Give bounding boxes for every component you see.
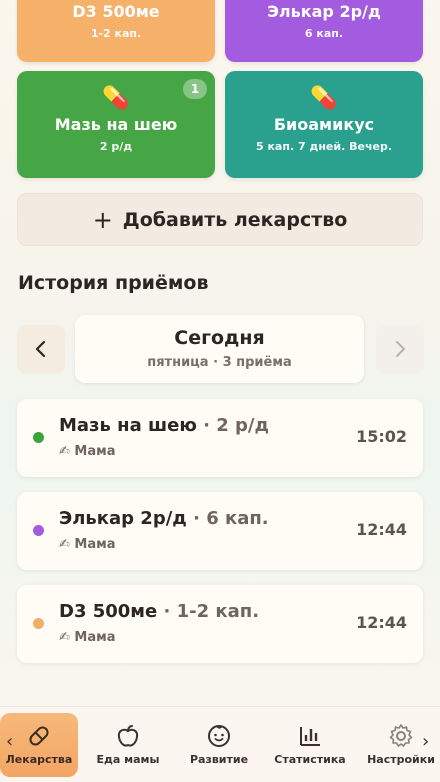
chevron-left-icon	[35, 340, 46, 358]
pill-icon	[29, 726, 49, 746]
entry-time: 12:44	[356, 520, 407, 539]
nav-label: Статистика	[274, 753, 346, 766]
medicine-dose: 6 кап.	[304, 27, 344, 40]
history-entry[interactable]: D3 500ме · 1-2 кап. ✍ Мама 12:44	[17, 585, 423, 663]
medicine-dose: 1-2 кап.	[90, 27, 142, 40]
bar-chart-icon	[300, 727, 320, 746]
apple-icon	[117, 725, 139, 747]
entry-name: D3 500ме	[59, 601, 158, 622]
nav-scroll-left-icon[interactable]: ‹	[6, 731, 13, 752]
history-title: История приёмов	[18, 272, 209, 294]
medicine-card-bioamikus[interactable]: 💊 Биоамикус 5 кап. 7 дней. Вечер.	[225, 71, 423, 178]
nav-label: Лекарства	[5, 753, 73, 766]
entry-author: ✍ Мама	[59, 444, 116, 459]
entry-dose: 1-2 кап.	[176, 601, 260, 622]
status-dot	[33, 618, 44, 629]
nav-label: Настройки	[367, 753, 435, 766]
prev-day-button[interactable]	[17, 325, 65, 373]
add-medicine-label: Добавить лекарство	[122, 208, 348, 231]
nav-label: Еда мамы	[96, 753, 160, 766]
nav-scroll-right-icon[interactable]: ›	[422, 731, 429, 752]
date-selector: Сегодня пятница · 3 приёма	[75, 315, 364, 383]
medicine-name: D3 500ме	[72, 2, 160, 21]
entry-author: ✍ Мама	[59, 537, 116, 552]
entry-title: Элькар 2р/д · 6 кап.	[59, 508, 269, 529]
medicine-dose: 2 р/д	[99, 140, 133, 153]
medicine-name: Элькар 2р/д	[267, 2, 381, 21]
nav-item-food[interactable]: Еда мамы	[88, 713, 168, 777]
medicine-name: Биоамикус	[273, 115, 375, 134]
entry-dose: 6 кап.	[206, 508, 269, 529]
pill-icon: 💊	[310, 86, 338, 111]
plus-icon: +	[92, 205, 113, 234]
medicine-card-maz[interactable]: 💊 Мазь на шею 2 р/д 1	[17, 71, 215, 178]
medicine-name: Мазь на шею	[54, 115, 178, 134]
medicine-card-elkar[interactable]: Элькар 2р/д 6 кап.	[225, 0, 423, 62]
history-entry[interactable]: Мазь на шею · 2 р/д ✍ Мама 15:02	[17, 399, 423, 477]
date-title: Сегодня	[174, 327, 265, 349]
entry-name: Мазь на шею	[59, 415, 197, 436]
chevron-right-icon	[396, 341, 405, 357]
entry-dose: 2 р/д	[216, 415, 270, 436]
nav-item-statistics[interactable]: Статистика	[268, 713, 352, 777]
gear-icon	[389, 724, 413, 747]
medicine-dose: 5 кап. 7 дней. Вечер.	[255, 140, 393, 153]
nav-item-development[interactable]: Развитие	[180, 713, 258, 777]
count-badge: 1	[183, 79, 207, 99]
entry-separator: ·	[186, 508, 207, 529]
entry-title: Мазь на шею · 2 р/д	[59, 415, 269, 436]
entry-time: 15:02	[356, 427, 407, 446]
bottom-navigation: Лекарства Еда мамы Развитие Статистика Н…	[0, 706, 440, 782]
status-dot	[33, 432, 44, 443]
entry-name: Элькар 2р/д	[59, 508, 187, 529]
entry-title: D3 500ме · 1-2 кап.	[59, 601, 259, 622]
medicine-card-d3[interactable]: D3 500ме 1-2 кап.	[17, 0, 215, 62]
baby-face-icon	[208, 725, 230, 747]
date-subtitle: пятница · 3 приёма	[147, 355, 292, 370]
add-medicine-button[interactable]: + Добавить лекарство	[17, 193, 423, 246]
nav-label: Развитие	[189, 753, 249, 766]
entry-author: ✍ Мама	[59, 630, 116, 645]
next-day-button[interactable]	[376, 325, 424, 373]
history-entry[interactable]: Элькар 2р/д · 6 кап. ✍ Мама 12:44	[17, 492, 423, 570]
entry-time: 12:44	[356, 613, 407, 632]
status-dot	[33, 525, 44, 536]
entry-separator: ·	[196, 415, 217, 436]
entry-separator: ·	[157, 601, 177, 622]
